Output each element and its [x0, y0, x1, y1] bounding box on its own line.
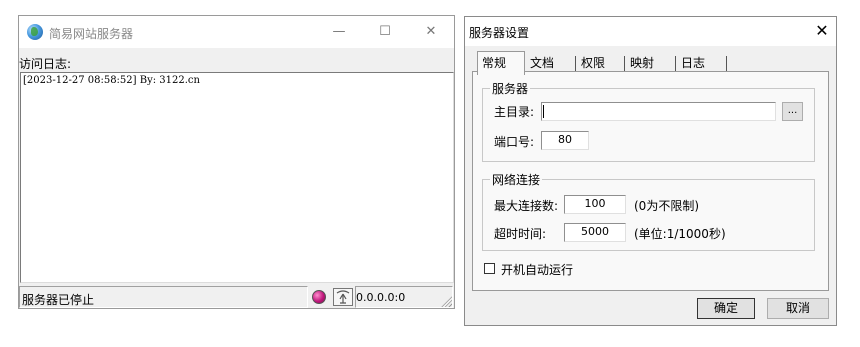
network-group: 网络连接 最大连接数: 100 (0为不限制) 超时时间: 5000 (单位:1…	[482, 171, 815, 251]
autostart-label[interactable]: 开机自动运行	[501, 261, 573, 278]
server-status-text: 服务器已停止	[22, 293, 95, 307]
tab-mappings[interactable]: 映射	[626, 54, 676, 72]
server-settings-dialog: 服务器设置 ✕ 常规 文档 权限 映射 日志 服务器 主目录: ... 端口号:…	[464, 16, 837, 326]
server-main-window: 简易网站服务器 — ☐ ✕ 访问日志: [2023-12-27 08:58:52…	[18, 15, 455, 309]
log-line: [2023-12-27 08:58:52] By: 3122.cn	[23, 75, 200, 86]
port-input[interactable]: 80	[541, 131, 589, 150]
cancel-button[interactable]: 取消	[767, 298, 829, 319]
server-group-label: 服务器	[490, 80, 531, 97]
home-dir-label: 主目录:	[494, 105, 535, 119]
dialog-title: 服务器设置	[469, 26, 530, 40]
minimize-button[interactable]: —	[316, 16, 362, 48]
status-led-icon[interactable]	[312, 290, 326, 304]
tab-documents[interactable]: 文档	[526, 54, 576, 72]
access-log-box[interactable]: [2023-12-27 08:58:52] By: 3122.cn	[20, 72, 454, 283]
max-connections-label: 最大连接数:	[494, 199, 559, 213]
dialog-title-bar[interactable]: 服务器设置 ✕	[465, 17, 836, 46]
autostart-checkbox[interactable]	[484, 263, 495, 274]
title-bar[interactable]: 简易网站服务器 — ☐ ✕	[19, 16, 454, 48]
window-title: 简易网站服务器	[49, 27, 134, 41]
dialog-close-button[interactable]: ✕	[811, 20, 833, 42]
globe-icon	[27, 24, 43, 40]
timeout-input[interactable]: 5000	[564, 223, 626, 242]
network-antenna-icon[interactable]	[333, 288, 353, 306]
access-log-label: 访问日志:	[19, 57, 72, 71]
max-connections-note: (0为不限制)	[634, 199, 699, 213]
timeout-label: 超时时间:	[494, 227, 547, 241]
status-pane-text: 服务器已停止	[19, 286, 308, 308]
maximize-button[interactable]: ☐	[362, 16, 408, 48]
network-group-label: 网络连接	[490, 171, 543, 188]
close-button[interactable]: ✕	[408, 16, 454, 48]
max-connections-input[interactable]: 100	[564, 195, 626, 214]
text-cursor	[543, 105, 544, 118]
tab-permissions[interactable]: 权限	[577, 54, 625, 72]
port-label: 端口号:	[494, 135, 535, 149]
home-dir-input[interactable]	[541, 102, 776, 121]
ok-button[interactable]: 确定	[697, 298, 755, 319]
status-pane-address: 0.0.0.0:0	[355, 286, 453, 308]
tab-logs[interactable]: 日志	[677, 54, 727, 72]
timeout-note: (单位:1/1000秒)	[634, 227, 726, 241]
status-bar: 服务器已停止 0.0.0.0:0	[19, 285, 454, 309]
tab-general[interactable]: 常规	[477, 51, 525, 75]
general-tab-panel: 服务器 主目录: ... 端口号: 80 网络连接 最大连接数: 100 (0为…	[472, 71, 829, 291]
browse-button[interactable]: ...	[782, 102, 803, 121]
resize-grip-icon[interactable]	[440, 295, 452, 307]
server-group: 服务器 主目录: ... 端口号: 80	[482, 80, 815, 162]
server-address: 0.0.0.0:0	[356, 291, 406, 304]
